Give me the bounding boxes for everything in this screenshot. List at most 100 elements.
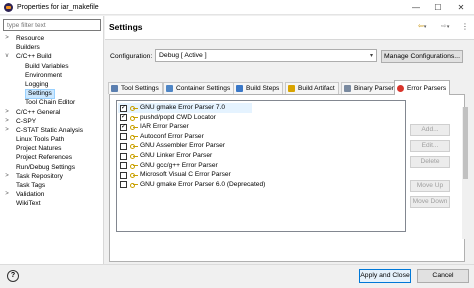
- back-nav-button[interactable]: ⇦▾: [418, 22, 426, 30]
- parser-checkbox[interactable]: [120, 181, 127, 189]
- tree-item[interactable]: Project References: [0, 153, 103, 162]
- list-item[interactable]: GNU gcc/g++ Error Parser: [118, 161, 403, 171]
- tree-item[interactable]: > Task Repository: [0, 172, 103, 181]
- tree-item-label: Run/Debug Settings: [16, 163, 76, 171]
- add-button[interactable]: Add...: [410, 124, 450, 136]
- view-menu-icon[interactable]: ⋮: [461, 22, 469, 31]
- list-item[interactable]: Autoconf Error Parser: [118, 132, 403, 142]
- tree-item[interactable]: Build Variables: [0, 62, 103, 71]
- tree-item-label: Settings: [25, 89, 55, 99]
- maximize-button[interactable]: ☐: [428, 0, 448, 15]
- list-item[interactable]: GNU gmake Error Parser 6.0 (Deprecated): [118, 180, 403, 190]
- tree-item[interactable]: > C-STAT Static Analysis: [0, 126, 103, 135]
- list-item[interactable]: GNU Linker Error Parser: [118, 151, 403, 161]
- manage-configurations-button[interactable]: Manage Configurations...: [381, 50, 463, 63]
- parser-label: Microsoft Visual C Error Parser: [140, 171, 231, 179]
- tree-item[interactable]: Project Natures: [0, 144, 103, 153]
- properties-dialog: Properties for iar_makefile — ☐ ✕ > Resou…: [0, 0, 474, 288]
- delete-button[interactable]: Delete: [410, 156, 450, 168]
- tree-item[interactable]: Builders: [0, 43, 103, 52]
- chevron-down-icon[interactable]: v: [4, 52, 10, 61]
- parser-checkbox[interactable]: [120, 122, 127, 131]
- parser-checkbox[interactable]: [120, 133, 127, 141]
- configuration-select[interactable]: Debug [ Active ] ▾: [155, 49, 377, 62]
- back-dropdown-icon[interactable]: ▾: [424, 24, 427, 30]
- parser-checkbox[interactable]: [120, 103, 127, 112]
- tab-build-steps[interactable]: Build Steps: [233, 82, 284, 94]
- tree-item[interactable]: v C/C++ Build: [0, 52, 103, 61]
- tree-item[interactable]: Logging: [0, 80, 103, 89]
- property-tree: > Resource Builders v C/C++ Build Build Varia…: [0, 34, 103, 209]
- move-down-button[interactable]: Move Down: [410, 196, 450, 208]
- chevron-right-icon[interactable]: >: [4, 108, 10, 117]
- tree-item-label: Project Natures: [16, 145, 62, 153]
- filter-input[interactable]: [3, 19, 101, 31]
- help-icon[interactable]: ?: [7, 270, 19, 282]
- window-title: Properties for iar_makefile: [17, 3, 99, 11]
- parser-label: GNU Linker Error Parser: [140, 152, 213, 159]
- key-icon: [130, 173, 138, 179]
- build-artifact-icon: [288, 85, 295, 92]
- apply-and-close-button[interactable]: Apply and Close: [359, 269, 411, 283]
- tree-item-label: Validation: [16, 191, 45, 199]
- list-item[interactable]: GNU Assembler Error Parser: [118, 141, 403, 151]
- chevron-right-icon[interactable]: >: [4, 172, 10, 181]
- chevron-right-icon[interactable]: >: [4, 126, 10, 135]
- parser-label: GNU Assembler Error Parser: [140, 142, 226, 150]
- tree-item[interactable]: Tool Chain Editor: [0, 98, 103, 107]
- binary-parsers-icon: [344, 85, 351, 92]
- tree-item-label: C-STAT Static Analysis: [16, 126, 84, 134]
- page-header: Settings ⇦▾ ⇨▾ ⋮: [105, 16, 474, 40]
- tree-item[interactable]: > C-SPY: [0, 117, 103, 126]
- forward-dropdown-icon[interactable]: ▾: [447, 24, 450, 30]
- edit-button[interactable]: Edit...: [410, 140, 450, 152]
- forward-nav-button[interactable]: ⇨▾: [441, 22, 449, 30]
- cancel-button[interactable]: Cancel: [417, 269, 469, 283]
- error-parsers-icon: [397, 84, 404, 92]
- tab-tool-settings[interactable]: Tool Settings: [108, 82, 163, 94]
- tree-item[interactable]: Task Tags: [0, 181, 103, 190]
- settings-tabs: Tool Settings Container Settings Build Ste…: [105, 80, 474, 95]
- tree-item[interactable]: Linux Tools Path: [0, 135, 103, 144]
- parser-label: Autoconf Error Parser: [140, 132, 204, 140]
- parser-checkbox[interactable]: [120, 171, 127, 179]
- tree-item[interactable]: > Resource: [0, 34, 103, 43]
- move-up-button[interactable]: Move Up: [410, 180, 450, 192]
- tree-item[interactable]: WikiText: [0, 199, 103, 208]
- close-button[interactable]: ✕: [451, 0, 471, 15]
- tool-settings-icon: [111, 85, 118, 92]
- scrollbar-thumb[interactable]: [463, 107, 468, 179]
- tree-item-label: Resource: [16, 35, 45, 42]
- parser-checkbox[interactable]: [120, 112, 127, 122]
- parser-checkbox[interactable]: [120, 152, 127, 160]
- minimize-button[interactable]: —: [406, 0, 426, 15]
- tree-item[interactable]: > C/C++ General: [0, 108, 103, 117]
- tree-item[interactable]: Run/Debug Settings: [0, 163, 103, 172]
- parser-checkbox[interactable]: [120, 162, 127, 170]
- key-icon: [130, 154, 138, 159]
- tab-container-settings[interactable]: Container Settings: [163, 82, 235, 94]
- tab-label: Binary Parsers: [354, 85, 398, 92]
- tab-binary-parsers[interactable]: Binary Parsers: [341, 82, 402, 94]
- chevron-right-icon[interactable]: >: [4, 34, 10, 43]
- list-item[interactable]: GNU gmake Error Parser 7.0: [118, 103, 252, 113]
- tree-item[interactable]: > Validation: [0, 190, 103, 199]
- tree-item-label: Environment: [25, 71, 63, 79]
- tab-error-parsers[interactable]: Error Parsers: [394, 80, 451, 95]
- tree-item-label: Builders: [16, 44, 40, 52]
- chevron-right-icon[interactable]: >: [4, 190, 10, 199]
- key-icon: [130, 125, 138, 131]
- tree-item[interactable]: Environment: [0, 71, 103, 80]
- parser-checkbox[interactable]: [120, 142, 127, 150]
- tree-item-label: Project References: [16, 154, 73, 162]
- list-item[interactable]: pushd/popd CWD Locator: [118, 112, 403, 123]
- dialog-footer: ? Apply and Close Cancel: [0, 264, 474, 288]
- error-parser-list[interactable]: GNU gmake Error Parser 7.0 pushd/popd CWD…: [116, 100, 406, 232]
- list-item[interactable]: IAR Error Parser: [118, 122, 403, 132]
- parser-label: GNU gcc/g++ Error Parser: [140, 161, 218, 169]
- tree-item[interactable]: Settings: [0, 89, 103, 99]
- list-item[interactable]: Microsoft Visual C Error Parser: [118, 170, 403, 180]
- page-scrollbar[interactable]: [462, 107, 469, 239]
- chevron-right-icon[interactable]: >: [4, 117, 10, 126]
- tab-build-artifact[interactable]: Build Artifact: [285, 82, 339, 94]
